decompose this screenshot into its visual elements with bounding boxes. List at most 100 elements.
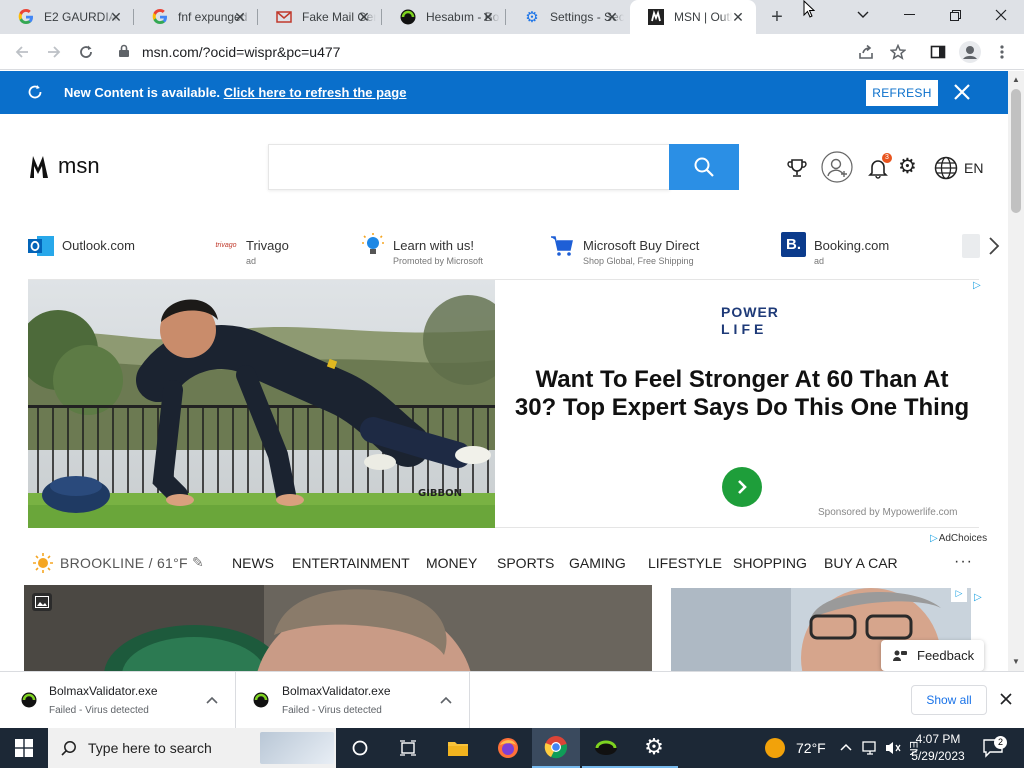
- settings-app-button[interactable]: ⚙: [630, 728, 678, 768]
- bolmax-app-button[interactable]: [582, 728, 630, 768]
- windows-taskbar: Type here to search ⚙ 72°F EN 4:07 PM 5/…: [0, 728, 1024, 768]
- nav-money[interactable]: MONEY: [426, 555, 477, 571]
- language-selector[interactable]: EN: [934, 156, 983, 180]
- taskbar-search[interactable]: Type here to search: [48, 728, 336, 768]
- tab-title: MSN | Outlook: [674, 10, 732, 24]
- trivago-logo-icon: trivago: [215, 241, 237, 249]
- edit-pencil-icon[interactable]: ✎: [192, 554, 204, 571]
- powerlife-logo: POWER LIFE: [721, 304, 779, 337]
- tab-search-chevron-icon[interactable]: [840, 0, 886, 30]
- download-item[interactable]: BolmaxValidator.exe Failed - Virus detec…: [236, 672, 470, 728]
- volume-muted-icon[interactable]: [884, 740, 902, 756]
- share-icon[interactable]: [852, 38, 880, 66]
- quicklink-booking[interactable]: B. Booking.com ad: [781, 232, 921, 268]
- refresh-link[interactable]: Click here to refresh the page: [224, 85, 407, 100]
- rewards-trophy-icon[interactable]: [786, 157, 808, 184]
- vertical-scrollbar[interactable]: ▲ ▼: [1008, 71, 1024, 671]
- tab-e2-gaurdian[interactable]: E2 GAURDIAN ✕: [0, 0, 134, 34]
- scroll-up-icon[interactable]: ▲: [1012, 75, 1020, 84]
- settings-gear-icon[interactable]: ⚙: [898, 156, 917, 178]
- chrome-button[interactable]: [532, 728, 580, 768]
- reload-button[interactable]: [72, 38, 100, 66]
- minimize-button[interactable]: [886, 0, 932, 30]
- side-panel-icon[interactable]: [924, 38, 952, 66]
- quicklink-microsoft-buy[interactable]: Microsoft Buy Direct Shop Global, Free S…: [550, 232, 740, 268]
- file-explorer-button[interactable]: [434, 728, 482, 768]
- action-center-button[interactable]: 2: [982, 736, 1007, 763]
- more-horizontal-icon[interactable]: ···: [954, 553, 973, 571]
- feedback-button[interactable]: Feedback: [881, 640, 984, 671]
- chrome-icon: [544, 736, 567, 759]
- globe-icon: [934, 156, 958, 180]
- adchoices-link[interactable]: ▷ AdChoices: [930, 533, 988, 544]
- nav-shopping[interactable]: SHOPPING: [733, 555, 807, 571]
- side-adchoices-icon[interactable]: ▷: [974, 592, 982, 603]
- search-button[interactable]: [669, 144, 739, 190]
- more-menu-icon[interactable]: [988, 38, 1016, 66]
- quicklink-trivago[interactable]: trivago Trivago ad: [212, 232, 342, 268]
- close-icon[interactable]: ✕: [108, 9, 124, 25]
- nav-news[interactable]: NEWS: [232, 555, 274, 571]
- start-button[interactable]: [0, 728, 48, 768]
- adchoices-icon[interactable]: ▷: [951, 588, 967, 602]
- adchoices-corner-icon[interactable]: ▷: [973, 280, 981, 291]
- location-weather[interactable]: BROOKLINE / 61°F: [60, 555, 188, 571]
- notifications-bell-icon[interactable]: 3: [868, 153, 892, 184]
- profile-avatar-icon[interactable]: [956, 38, 984, 66]
- hero-card[interactable]: [24, 585, 652, 671]
- weather-sun-taskbar-icon[interactable]: [765, 738, 785, 758]
- close-icon[interactable]: ✕: [604, 9, 620, 25]
- network-icon[interactable]: [862, 740, 880, 756]
- forward-button[interactable]: [40, 38, 68, 66]
- tab-fnf-expunged[interactable]: fnf expunged ✕: [134, 0, 258, 34]
- windows-logo-icon: [15, 739, 33, 757]
- lock-icon[interactable]: [118, 44, 130, 63]
- svg-text:GIBBON: GIBBON: [418, 488, 462, 499]
- ad-headline[interactable]: Want To Feel Stronger At 60 Than At 30? …: [512, 366, 972, 422]
- chevron-up-icon[interactable]: [206, 696, 218, 704]
- cortana-button[interactable]: [336, 728, 384, 768]
- quicklink-outlook[interactable]: Outlook.com: [28, 232, 188, 268]
- weather-temperature[interactable]: 72°F: [796, 740, 826, 756]
- close-window-button[interactable]: [978, 0, 1024, 30]
- tray-chevron-up-icon[interactable]: [840, 743, 852, 751]
- nav-gaming[interactable]: GAMING: [569, 555, 626, 571]
- tab-hesabim[interactable]: Hesabım - Bolmax ✕: [382, 0, 506, 34]
- tab-fake-mail[interactable]: Fake Mail Generator ✕: [258, 0, 382, 34]
- back-button[interactable]: [8, 38, 36, 66]
- nav-sports[interactable]: SPORTS: [497, 555, 554, 571]
- ad-sponsor[interactable]: Sponsored by Mypowerlife.com: [818, 507, 958, 518]
- sign-in-avatar-icon[interactable]: [821, 151, 853, 188]
- quicklinks-next-arrow-icon[interactable]: [988, 236, 1000, 261]
- nav-buy-a-car[interactable]: BUY A CAR: [824, 555, 898, 571]
- download-item[interactable]: BolmaxValidator.exe Failed - Virus detec…: [0, 672, 236, 728]
- show-all-button[interactable]: Show all: [911, 685, 987, 715]
- new-tab-button[interactable]: +: [766, 6, 788, 28]
- ad-next-button[interactable]: [722, 467, 762, 507]
- sponsored-ad[interactable]: GIBBON POWER LIFE Want To Feel Stronger …: [28, 279, 981, 528]
- close-icon[interactable]: ✕: [232, 9, 248, 25]
- quicklink-learn[interactable]: Learn with us! Promoted by Microsoft: [360, 232, 530, 268]
- nav-lifestyle[interactable]: LIFESTYLE: [648, 555, 722, 571]
- close-icon[interactable]: ✕: [730, 9, 746, 25]
- restore-button[interactable]: [932, 0, 978, 30]
- nav-entertainment[interactable]: ENTERTAINMENT: [292, 555, 410, 571]
- close-icon[interactable]: ✕: [356, 9, 372, 25]
- task-view-button[interactable]: [384, 728, 432, 768]
- close-downloads-icon[interactable]: [1000, 693, 1012, 705]
- refresh-button[interactable]: REFRESH: [866, 80, 938, 106]
- tab-settings[interactable]: ⚙ Settings - Security ✕: [506, 0, 630, 34]
- firefox-button[interactable]: [484, 728, 532, 768]
- close-banner-icon[interactable]: [952, 82, 972, 107]
- ad-photo[interactable]: GIBBON: [28, 280, 495, 528]
- close-icon[interactable]: ✕: [480, 9, 496, 25]
- taskbar-clock[interactable]: 4:07 PM 5/29/2023: [910, 731, 966, 765]
- search-input[interactable]: [268, 144, 670, 190]
- scroll-down-icon[interactable]: ▼: [1012, 657, 1020, 666]
- tab-msn[interactable]: MSN | Outlook ✕: [630, 0, 756, 34]
- chevron-up-icon[interactable]: [440, 696, 452, 704]
- msn-logo[interactable]: msn: [28, 152, 100, 180]
- bookmark-star-icon[interactable]: [884, 38, 912, 66]
- scrollbar-thumb[interactable]: [1011, 89, 1021, 213]
- address-bar[interactable]: msn.com/?ocid=wispr&pc=u477: [142, 44, 340, 60]
